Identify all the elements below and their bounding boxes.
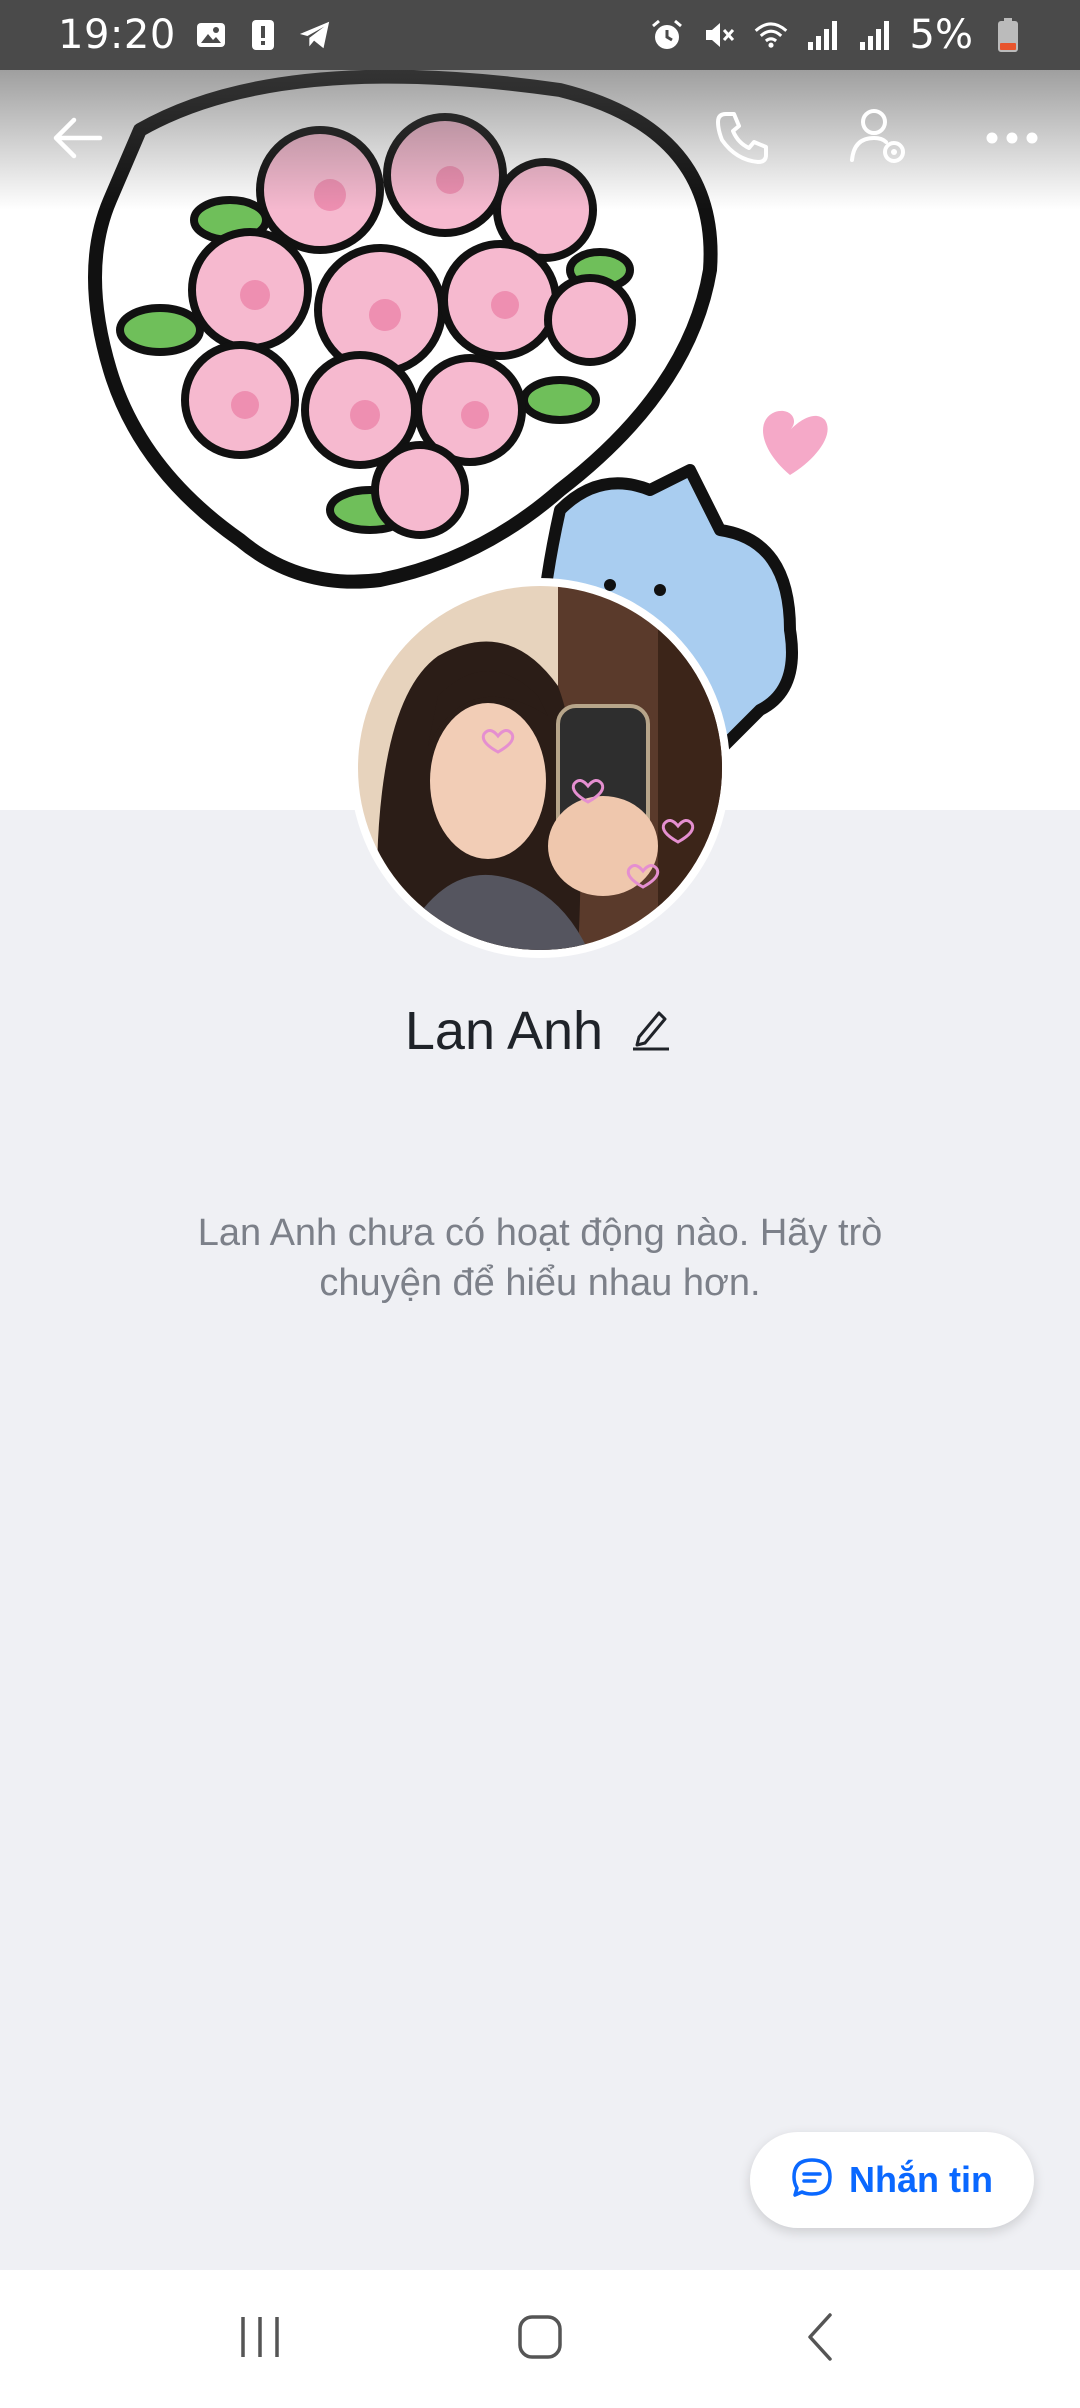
home-button[interactable] [495,2294,585,2384]
more-button[interactable] [970,98,1054,182]
message-button-label: Nhắn tin [849,2159,993,2200]
mute-icon [702,18,736,52]
gallery-icon [194,18,228,52]
recents-button[interactable] [215,2294,305,2384]
activity-empty-message: Lan Anh chưa có hoạt động nào. Hãy trò c… [197,1212,883,1304]
user-settings-icon [848,106,912,175]
status-bar: 19:20 5% [0,0,1080,70]
profile-name-row: Lan Anh [0,1000,1080,1062]
signal-icon [858,18,892,52]
system-nav-bar [0,2270,1080,2408]
wifi-icon [754,18,788,52]
avatar-photo [358,586,722,950]
pencil-icon [631,1007,671,1056]
more-icon [984,128,1040,153]
call-icon [712,108,772,173]
recents-icon [237,2315,283,2364]
back-nav-icon [804,2311,836,2368]
back-button[interactable] [36,98,120,182]
signal-icon [806,18,840,52]
home-icon [516,2313,564,2366]
system-back-button[interactable] [775,2294,865,2384]
call-button[interactable] [700,98,784,182]
user-settings-button[interactable] [838,98,922,182]
telegram-icon [298,18,332,52]
alert-icon [246,18,280,52]
alarm-icon [650,18,684,52]
avatar[interactable] [350,578,730,958]
chat-bubble-icon [791,2157,833,2204]
message-button[interactable]: Nhắn tin [750,2132,1034,2228]
status-time: 19:20 [58,12,176,58]
edit-name-button[interactable] [627,1007,675,1055]
battery-icon [991,18,1025,52]
profile-name: Lan Anh [404,1001,604,1061]
back-icon [50,110,106,171]
battery-percent: 5% [909,12,973,58]
